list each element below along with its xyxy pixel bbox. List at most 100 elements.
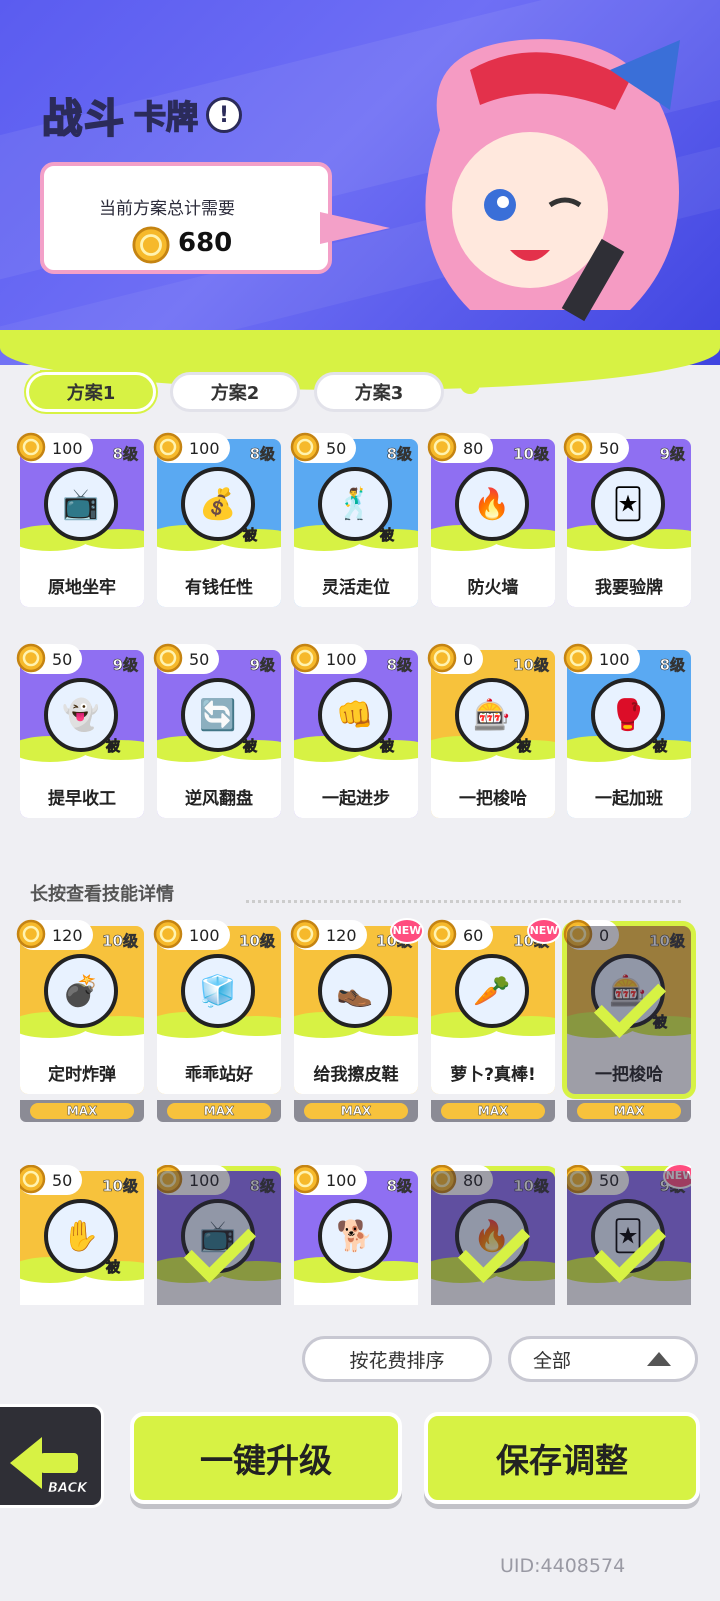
filter-label: 全部 <box>533 1349 572 1372</box>
card-level: 8级 <box>386 1177 412 1196</box>
skill-card[interactable]: 🕺 50 8级被灵活走位 <box>290 432 418 608</box>
coin-icon <box>290 643 320 673</box>
plan-tabs: 方案1 方案2 方案3 <box>26 372 444 412</box>
skill-card[interactable]: 📺 100 8级 <box>157 1165 281 1305</box>
skill-card[interactable]: 🐕 100 8级 <box>294 1165 418 1305</box>
carrot-icon: 🥕 <box>455 954 529 1028</box>
passive-tag: 被 <box>380 528 395 545</box>
skill-card[interactable]: 👊 100 8级被一起进步 <box>290 643 418 819</box>
card-level: 8级 <box>249 445 275 464</box>
coin-icon <box>563 643 593 673</box>
max-level-bar: MAX <box>157 1100 281 1122</box>
tab-plan-3[interactable]: 方案3 <box>314 372 444 412</box>
skill-card[interactable]: 🧊 100 10级 乖乖站好 MAX <box>153 919 281 1122</box>
slime-drip <box>460 370 480 394</box>
upgrade-all-button[interactable]: 一键升级 <box>130 1412 402 1504</box>
total-cost-panel: 当前方案总计需要 680 <box>40 162 332 274</box>
skill-card[interactable]: 🔥 80 10级 <box>431 1165 555 1305</box>
back-arrow-icon <box>10 1437 42 1489</box>
info-button[interactable]: ! <box>206 97 243 133</box>
card-name: 一把梭哈 <box>459 789 527 809</box>
skill-card[interactable]: 📺 100 8级 原地坐牢 <box>16 432 144 608</box>
passive-tag: 被 <box>653 739 668 756</box>
ice-cube-icon: 🧊 <box>181 954 255 1028</box>
passive-tag: 被 <box>243 528 258 545</box>
card-level: 9级 <box>112 656 138 675</box>
tab-plan-2[interactable]: 方案2 <box>170 372 300 412</box>
card-level: 10级 <box>102 932 138 951</box>
section-title: 长按查看技能详情 <box>30 884 174 905</box>
card-name: 定时炸弹 <box>48 1065 116 1085</box>
card-name: 我要验牌 <box>595 578 663 598</box>
max-label: MAX <box>577 1103 681 1119</box>
passive-tag: 被 <box>380 739 395 756</box>
coin-icon <box>153 432 183 462</box>
card-name: 提早收工 <box>48 789 116 809</box>
coin-icon <box>427 919 457 949</box>
coin-icon <box>294 1165 320 1194</box>
back-label: BACK <box>48 1481 88 1497</box>
title-main: 战斗 <box>41 95 126 143</box>
passive-tag: 被 <box>106 1260 121 1277</box>
speech-tail <box>320 212 390 244</box>
fire-wall-icon: 🔥 <box>455 467 529 541</box>
back-button[interactable]: BACK <box>0 1404 104 1508</box>
title-sub: 卡牌 <box>133 97 199 137</box>
save-changes-button[interactable]: 保存调整 <box>424 1412 700 1504</box>
new-badge: NEW <box>390 918 424 944</box>
new-badge: NEW <box>527 918 561 944</box>
coin-icon <box>153 643 183 673</box>
skill-card[interactable]: 🥕 60 10级 萝卜?真棒! MAX NEW <box>427 918 561 1122</box>
coin-icon <box>16 919 46 949</box>
max-label: MAX <box>441 1103 545 1119</box>
skill-card[interactable]: 🔥 80 10级 防火墙 <box>427 432 555 608</box>
skill-card[interactable]: 👻 50 9级被提早收工 <box>16 643 144 819</box>
shoe-icon: 👞 <box>318 954 392 1028</box>
card-wave <box>294 1257 418 1305</box>
bomb-icon: 💣 <box>44 954 118 1028</box>
skill-card[interactable]: 💰 100 8级被有钱任性 <box>153 432 281 608</box>
skill-card[interactable]: 🃏509级NEW <box>567 1165 691 1305</box>
skill-card[interactable]: 👞 120 10级 给我擦皮鞋 MAX NEW <box>290 918 424 1122</box>
cards-hand-icon: 🃏 <box>591 467 665 541</box>
skill-card[interactable]: 🔄 50 9级被逆风翻盘 <box>153 643 281 819</box>
card-level: 8级 <box>659 656 685 675</box>
total-cost-label: 当前方案总计需要 <box>99 199 235 219</box>
card-name: 逆风翻盘 <box>185 789 253 809</box>
coin-icon <box>290 919 320 949</box>
passive-tag: 被 <box>106 739 121 756</box>
coin-icon <box>132 226 170 264</box>
card-name: 一起进步 <box>322 789 390 809</box>
chevron-up-icon <box>647 1352 671 1366</box>
card-name: 灵活走位 <box>322 578 390 598</box>
max-level-bar: MAX <box>431 1100 555 1122</box>
card-name: 原地坐牢 <box>48 578 116 598</box>
card-name: 萝卜?真棒! <box>450 1065 536 1085</box>
skill-card[interactable]: 🥊 100 8级被一起加班 <box>563 643 691 819</box>
tv-robot-icon: 📺 <box>44 467 118 541</box>
card-level: 9级 <box>249 656 275 675</box>
max-level-bar: MAX <box>20 1100 144 1122</box>
skill-card[interactable]: ✋ 50 10级被 <box>20 1165 144 1305</box>
skill-card[interactable]: 💣 120 10级 定时炸弹 MAX <box>16 919 144 1122</box>
tab-plan-1[interactable]: 方案1 <box>26 372 156 412</box>
passive-tag: 被 <box>517 739 532 756</box>
card-level: 10级 <box>239 932 275 951</box>
card-wave <box>20 1257 144 1305</box>
back-arrow-tail <box>40 1453 78 1473</box>
skill-card[interactable]: 🃏 50 9级 我要验牌 <box>563 432 691 608</box>
card-name: 一起加班 <box>595 789 663 809</box>
card-level: 8级 <box>386 445 412 464</box>
skill-card[interactable]: 🎰 0 10级被一把梭哈 MAX <box>563 919 691 1122</box>
filter-dropdown[interactable]: 全部 <box>508 1336 698 1382</box>
header-banner: 战斗 卡牌 ! 当前方案总计需要 680 <box>0 0 720 365</box>
card-level: 10级 <box>513 656 549 675</box>
coin-icon <box>16 432 46 462</box>
card-level: 9级 <box>659 445 685 464</box>
skill-card[interactable]: 🎰 0 10级被一把梭哈 <box>427 643 555 819</box>
passive-tag: 被 <box>243 739 258 756</box>
card-name: 给我擦皮鞋 <box>313 1065 399 1085</box>
mascot-illustration <box>425 39 680 322</box>
sort-by-cost-button[interactable]: 按花费排序 <box>302 1336 492 1382</box>
coin-icon <box>563 432 593 462</box>
